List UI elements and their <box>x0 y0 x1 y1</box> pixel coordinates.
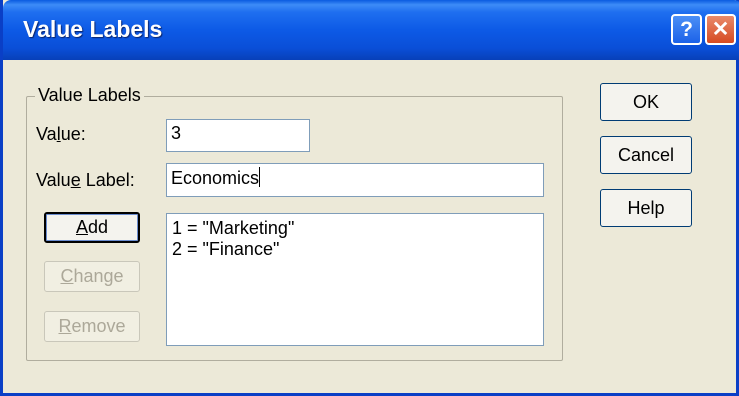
help-button[interactable]: Help <box>600 189 692 227</box>
text-caret <box>259 167 261 187</box>
value-label-input[interactable]: Economics <box>166 163 544 197</box>
close-icon[interactable]: ✕ <box>705 14 736 45</box>
ok-button[interactable]: OK <box>600 83 692 121</box>
group-legend: Value Labels <box>35 85 144 106</box>
list-item[interactable]: 2 = "Finance" <box>172 239 538 260</box>
value-label-field-label: Value Label: <box>36 170 135 190</box>
help-icon[interactable]: ? <box>671 14 702 45</box>
remove-button[interactable]: Remove <box>44 311 140 342</box>
value-labels-dialog: Value Labels ? ✕ Value Labels Value: 3 V… <box>0 0 739 396</box>
dialog-title: Value Labels <box>23 16 163 42</box>
cancel-button[interactable]: Cancel <box>600 136 692 174</box>
value-field-label: Value: <box>36 124 86 144</box>
add-button[interactable]: Add <box>44 212 140 243</box>
value-labels-listbox[interactable]: 1 = "Marketing" 2 = "Finance" <box>166 213 544 346</box>
list-item[interactable]: 1 = "Marketing" <box>172 218 538 239</box>
value-input[interactable]: 3 <box>166 119 310 152</box>
title-bar[interactable]: Value Labels ? ✕ <box>3 0 739 60</box>
change-button[interactable]: Change <box>44 261 140 292</box>
